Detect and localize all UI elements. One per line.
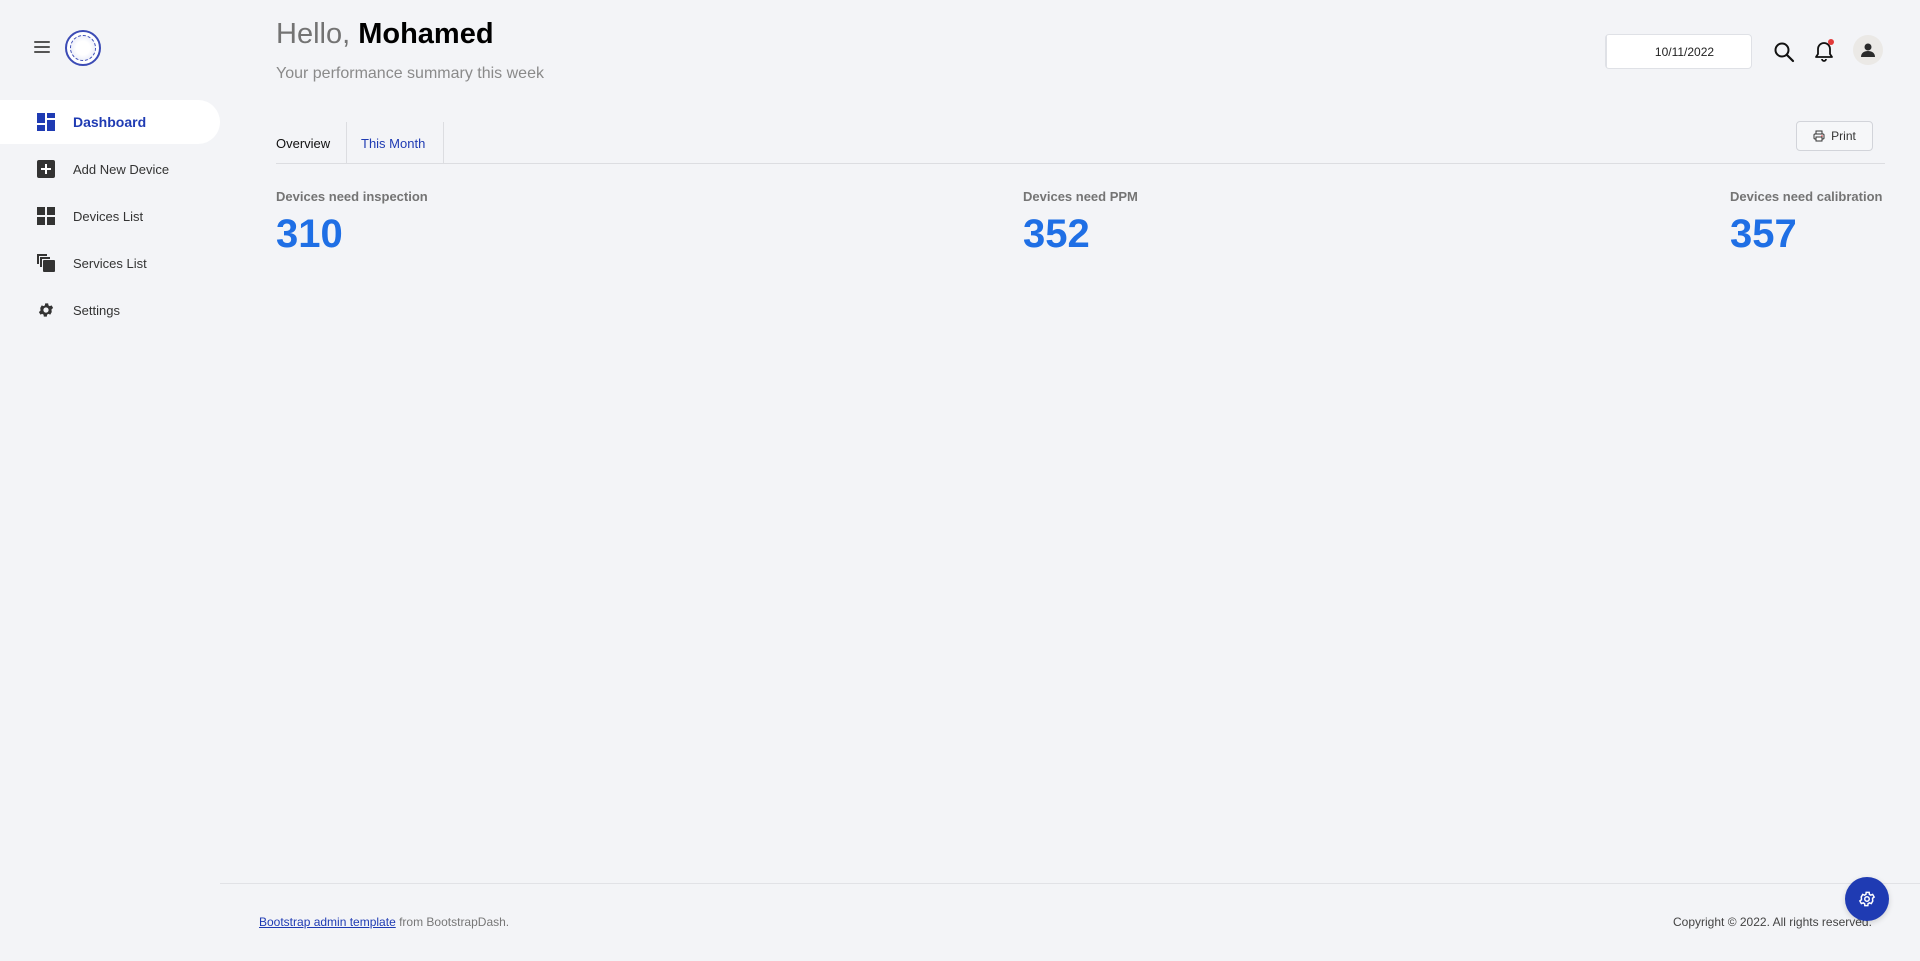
- bell-icon[interactable]: [1812, 39, 1836, 64]
- footer-link[interactable]: Bootstrap admin template: [259, 915, 396, 929]
- printer-icon: [1813, 130, 1825, 142]
- grid-icon: [37, 207, 55, 225]
- footer-link-suffix: from BootstrapDash.: [395, 915, 510, 929]
- sidebar-item-label: Add New Device: [73, 161, 170, 177]
- footer-credit: Bootstrap admin template from BootstrapD…: [259, 915, 509, 929]
- footer-divider: [220, 883, 1920, 884]
- stat-value: 352: [1023, 212, 1090, 256]
- stat-ppm: Devices need PPM 352: [1023, 189, 1138, 257]
- search-icon[interactable]: [1772, 40, 1796, 64]
- tab-divider: [276, 163, 1885, 164]
- sidebar-item-add-new-device[interactable]: Add New Device: [0, 147, 220, 191]
- stat-label: Devices need PPM: [1023, 189, 1138, 204]
- sidebar: Dashboard Add New Device Devices List Se…: [0, 0, 220, 961]
- tab-this-month[interactable]: This Month: [347, 122, 444, 164]
- copy-icon: [37, 254, 55, 272]
- gear-icon: [37, 301, 55, 319]
- gear-icon: [1858, 891, 1876, 907]
- sidebar-item-label: Services List: [73, 255, 147, 271]
- app-root: Dashboard Add New Device Devices List Se…: [0, 0, 1920, 961]
- sidebar-item-label: Settings: [73, 302, 120, 318]
- stat-calibration: Devices need calibration 357: [1730, 189, 1882, 257]
- avatar[interactable]: [1853, 35, 1883, 65]
- stat-value: 310: [276, 212, 343, 256]
- sidebar-item-dashboard[interactable]: Dashboard: [0, 100, 220, 144]
- stat-label: Devices need inspection: [276, 189, 428, 204]
- stat-label: Devices need calibration: [1730, 189, 1883, 204]
- stat-value: 357: [1730, 212, 1797, 256]
- date-picker[interactable]: [1605, 34, 1762, 69]
- print-button[interactable]: Print: [1796, 121, 1873, 151]
- stat-inspection: Devices need inspection 310: [276, 189, 428, 257]
- date-input[interactable]: [1607, 44, 1762, 59]
- sidebar-item-settings[interactable]: Settings: [0, 288, 220, 332]
- page-subtitle: Your performance summary this week: [276, 65, 544, 82]
- tab-bar: Overview This Month: [276, 122, 444, 164]
- greeting-prefix: Hello,: [276, 18, 351, 50]
- brand-logo[interactable]: [65, 30, 101, 66]
- settings-fab-button[interactable]: [1845, 877, 1889, 921]
- tab-overview[interactable]: Overview: [276, 122, 347, 164]
- notification-dot: [1828, 39, 1834, 45]
- sidebar-item-devices-list[interactable]: Devices List: [0, 194, 220, 238]
- sidebar-item-label: Dashboard: [73, 114, 147, 130]
- add-box-icon: [37, 160, 55, 178]
- sidebar-item-label: Devices List: [73, 208, 144, 224]
- user-name: Mohamed: [358, 18, 494, 50]
- user-icon: [1861, 43, 1875, 57]
- sidebar-nav: Dashboard Add New Device Devices List Se…: [0, 100, 220, 335]
- hamburger-menu-icon[interactable]: [34, 41, 50, 53]
- print-label: Print: [1831, 129, 1856, 143]
- footer-copyright: Copyright © 2022. All rights reserved.: [1673, 915, 1872, 929]
- dashboard-icon: [37, 113, 55, 131]
- sidebar-item-services-list[interactable]: Services List: [0, 241, 220, 285]
- page-title: Hello, Mohamed: [276, 18, 494, 51]
